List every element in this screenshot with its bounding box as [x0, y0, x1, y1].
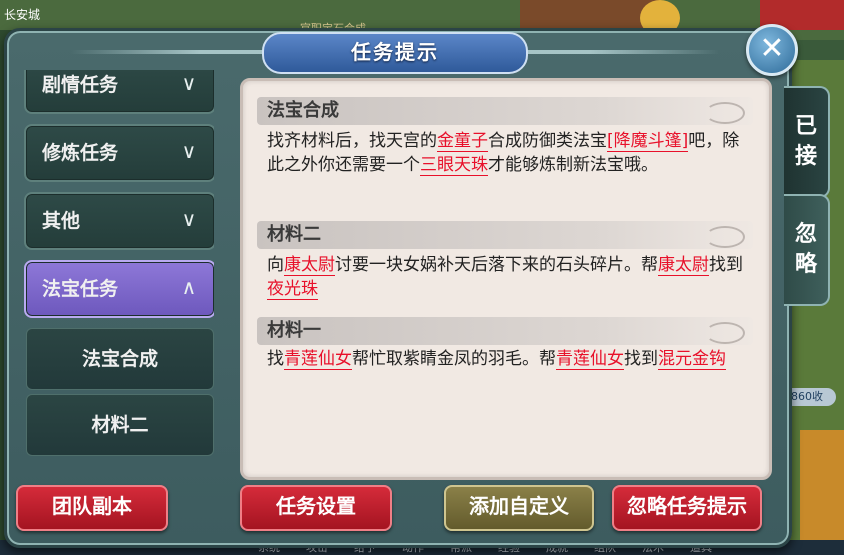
- highlight-link[interactable]: 康太尉: [658, 255, 709, 276]
- swirl-ornament-icon: [705, 322, 745, 344]
- body-text: 找齐材料后，找天宫的: [267, 131, 437, 151]
- body-text: 找到: [624, 349, 658, 369]
- tab-accepted[interactable]: 已接: [784, 86, 830, 198]
- body-text: 找: [267, 349, 284, 369]
- section-title: 法宝合成: [267, 100, 339, 121]
- section-body: 找青莲仙女帮忙取紫睛金凤的羽毛。帮青莲仙女找到混元金钩: [267, 347, 753, 371]
- subitem-material-two[interactable]: 材料二: [26, 394, 214, 456]
- highlight-link[interactable]: 青莲仙女: [284, 349, 352, 370]
- category-label: 剧情任务: [42, 74, 119, 96]
- task-detail-panel: 法宝合成 找齐材料后，找天宫的金童子合成防御类法宝[降魔斗篷]吧，除此之外你还需…: [240, 78, 772, 480]
- subitem-fabao-synthesis[interactable]: 法宝合成: [26, 328, 214, 390]
- section-heading: 材料一: [257, 317, 753, 345]
- category-story-tasks[interactable]: 剧情任务 ∨: [24, 70, 214, 114]
- task-settings-button[interactable]: 任务设置: [240, 485, 392, 531]
- location-label: 长安城: [4, 8, 41, 22]
- task-category-list: 剧情任务 ∨ 修炼任务 ∨ 其他 ∨ 法宝任务 ∧ 法宝合成 材料二: [24, 70, 214, 458]
- chevron-up-icon: ∧: [181, 275, 197, 299]
- category-other[interactable]: 其他 ∨: [24, 192, 214, 250]
- body-text: 找到: [709, 255, 743, 275]
- team-dungeon-button[interactable]: 团队副本: [16, 485, 168, 531]
- body-text: 向: [267, 255, 284, 275]
- ignore-task-tips-button[interactable]: 忽略任务提示: [612, 485, 762, 531]
- highlight-link[interactable]: 三眼天珠: [420, 155, 488, 176]
- category-label: 修炼任务: [42, 142, 119, 164]
- highlight-link[interactable]: 金童子: [437, 131, 488, 152]
- section-title: 材料二: [267, 224, 321, 245]
- highlight-link[interactable]: 夜光珠: [267, 279, 318, 300]
- body-text: 帮忙取紫睛金凤的羽毛。帮: [352, 349, 556, 369]
- close-button[interactable]: ✕: [746, 24, 798, 76]
- category-label: 法宝任务: [42, 278, 119, 300]
- section-heading: 法宝合成: [257, 97, 753, 125]
- swirl-ornament-icon: [705, 102, 745, 124]
- tab-ignored[interactable]: 忽略: [784, 194, 830, 306]
- category-cultivation-tasks[interactable]: 修炼任务 ∨: [24, 124, 214, 182]
- highlight-link[interactable]: 康太尉: [284, 255, 335, 276]
- tab-label: 忽略: [795, 222, 818, 277]
- chevron-down-icon: ∨: [181, 139, 197, 163]
- section-heading: 材料二: [257, 221, 753, 249]
- highlight-link[interactable]: 混元金钩: [658, 349, 726, 370]
- tab-label: 已接: [795, 114, 818, 169]
- swirl-ornament-icon: [705, 226, 745, 248]
- close-icon: ✕: [759, 31, 785, 66]
- section-title: 材料一: [267, 320, 321, 341]
- body-text: 才能够炼制新法宝哦。: [488, 155, 658, 175]
- category-label: 其他: [42, 210, 81, 232]
- body-text: 合成防御类法宝: [488, 131, 607, 151]
- section-body: 找齐材料后，找天宫的金童子合成防御类法宝[降魔斗篷]吧，除此之外你还需要一个三眼…: [267, 129, 753, 177]
- chevron-down-icon: ∨: [181, 71, 197, 95]
- highlight-link[interactable]: [降魔斗篷]: [607, 131, 689, 152]
- chevron-down-icon: ∨: [181, 207, 197, 231]
- dialog-title: 任务提示: [262, 32, 528, 74]
- body-text: 讨要一块女娲补天后落下来的石头碎片。帮: [335, 255, 658, 275]
- section-body: 向康太尉讨要一块女娲补天后落下来的石头碎片。帮康太尉找到夜光珠: [267, 253, 753, 301]
- category-fabao-tasks[interactable]: 法宝任务 ∧: [24, 260, 214, 318]
- highlight-link[interactable]: 青莲仙女: [556, 349, 624, 370]
- add-custom-button[interactable]: 添加自定义: [444, 485, 594, 531]
